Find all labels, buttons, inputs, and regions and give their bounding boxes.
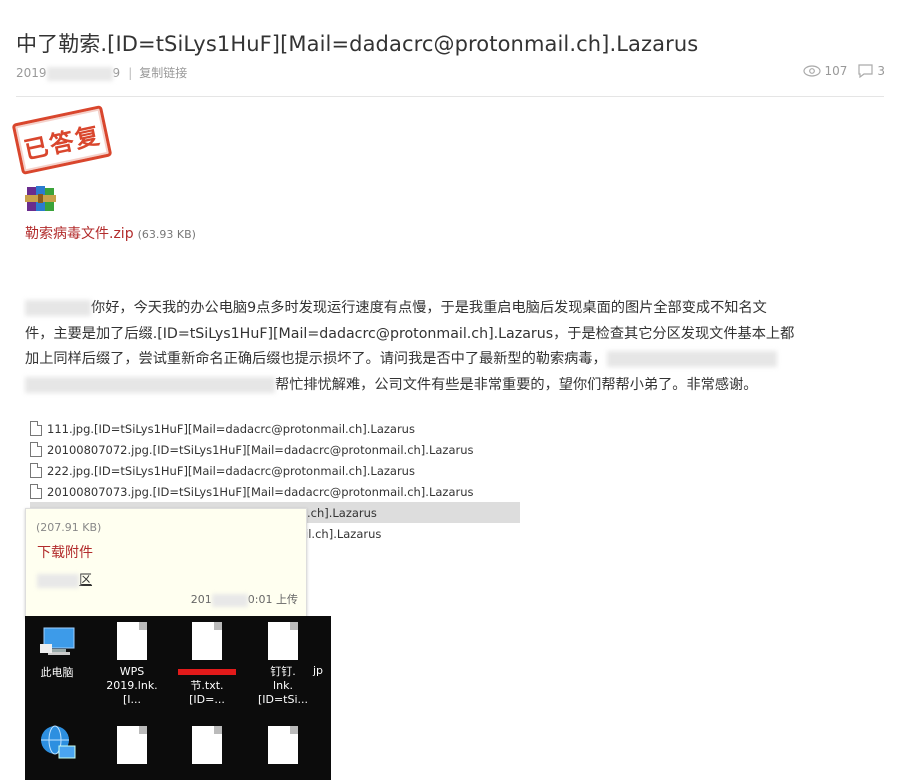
area-suffix[interactable]: 区 xyxy=(79,573,92,588)
file-name: 20100807073.jpg.[ID=tSiLys1HuF][Mail=dad… xyxy=(47,484,474,499)
post-meta: 2019 9 | 复制链接 xyxy=(16,64,187,81)
post-date-prefix: 2019 xyxy=(16,66,47,80)
desktop-icon-label: 2019.lnk.[I... xyxy=(106,679,158,706)
desktop-icon: jp xyxy=(313,664,331,678)
desktop-icon xyxy=(175,726,239,769)
document-icon xyxy=(268,726,298,764)
document-icon xyxy=(117,622,147,660)
desktop-icon xyxy=(251,726,315,769)
desktop-icon: 钉钉. lnk.[ID=tSi... xyxy=(251,622,315,707)
copy-link-button[interactable]: 复制链接 xyxy=(139,66,187,80)
attachment-name[interactable]: 勒索病毒文件.zip xyxy=(25,226,134,242)
meta-separator: | xyxy=(128,66,133,80)
upload-info: 201 0:01 上传 xyxy=(191,591,298,607)
redacted-area xyxy=(37,573,79,588)
replies-count: 3 xyxy=(877,64,885,78)
desktop-icon-label: 节.txt.[ID=... xyxy=(189,679,225,706)
file-icon xyxy=(30,484,42,499)
comment-icon xyxy=(858,64,873,78)
file-icon xyxy=(30,463,42,478)
desktop-icon-label: jp xyxy=(313,664,324,677)
desktop-icon xyxy=(100,726,164,769)
forum-area-link[interactable]: 区 xyxy=(37,569,92,588)
body-line-1: 你好，今天我的办公电脑9点多时发现运行速度有点慢，于是我重启电脑后发现桌面的图片… xyxy=(91,300,767,316)
body-line-3: 加上同样后缀了，尝试重新命名正确后缀也提示损坏了。请问我是否中了最新型的勒索病毒… xyxy=(25,351,607,367)
winrar-archive-icon xyxy=(25,186,56,211)
file-item: 20100807072.jpg.[ID=tSiLys1HuF][Mail=dad… xyxy=(30,439,520,460)
attachment-tooltip: (207.91 KB) 下载附件 区 201 0:01 上传 xyxy=(25,508,307,618)
replies-stat: 3 xyxy=(857,64,885,78)
desktop-icon: 此电脑 xyxy=(25,622,89,680)
redacted-upload-date xyxy=(211,593,248,607)
redacted-date xyxy=(46,66,113,81)
tooltip-size: (207.91 KB) xyxy=(36,521,102,534)
desktop-icon-label: WPS xyxy=(119,665,145,678)
desktop-icon: 节.txt.[ID=... xyxy=(175,622,239,707)
redacted-greeting xyxy=(25,300,91,316)
eye-icon xyxy=(803,65,822,77)
upload-prefix: 201 xyxy=(190,593,212,606)
desktop-icon-label: 钉钉. xyxy=(270,665,296,678)
download-attachment-link[interactable]: 下载附件 xyxy=(37,542,93,562)
attachment-link[interactable]: 勒索病毒文件.zip (63.93 KB) xyxy=(25,223,196,243)
file-item: 20100807073.jpg.[ID=tSiLys1HuF][Mail=dad… xyxy=(30,481,520,502)
redacted-text xyxy=(25,376,275,393)
document-icon xyxy=(192,622,222,660)
desktop-screenshot: 此电脑 WPS 2019.lnk.[I... 节.txt.[ID=... 钉钉.… xyxy=(25,616,331,780)
document-icon xyxy=(268,622,298,660)
file-name: 111.jpg.[ID=tSiLys1HuF][Mail=dadacrc@pro… xyxy=(47,421,415,436)
file-icon xyxy=(30,442,42,457)
file-name: ail.ch].Lazarus xyxy=(298,526,382,541)
post-stats: 107 3 xyxy=(803,64,885,78)
desktop-icon-label: lnk.[ID=tSi... xyxy=(257,679,309,706)
redacted-filename xyxy=(178,669,236,675)
views-stat: 107 xyxy=(803,64,847,78)
document-icon xyxy=(192,726,222,764)
desktop-icon-label: 此电脑 xyxy=(40,666,74,679)
file-icon xyxy=(30,421,42,436)
file-name: 20100807072.jpg.[ID=tSiLys1HuF][Mail=dad… xyxy=(47,442,474,457)
this-pc-icon xyxy=(40,627,75,655)
views-count: 107 xyxy=(824,64,848,78)
redacted-text xyxy=(606,351,777,367)
network-globe-icon xyxy=(41,725,76,759)
file-item: 111.jpg.[ID=tSiLys1HuF][Mail=dadacrc@pro… xyxy=(30,418,520,439)
document-icon xyxy=(117,726,147,764)
post-date-suffix: 9 xyxy=(112,66,121,80)
post-body: 你好，今天我的办公电脑9点多时发现运行速度有点慢，于是我重启电脑后发现桌面的图片… xyxy=(25,296,875,398)
desktop-icon xyxy=(25,720,89,764)
body-line-2: 件，主要是加了后缀.[ID=tSiLys1HuF][Mail=dadacrc@p… xyxy=(25,325,795,342)
header-divider xyxy=(16,96,884,97)
body-line-4: 帮忙排忧解难，公司文件有些是非常重要的，望你们帮帮小弟了。非常感谢。 xyxy=(275,376,758,393)
post-title: 中了勒索.[ID=tSiLys1HuF][Mail=dadacrc@proton… xyxy=(16,32,699,56)
upload-suffix: 0:01 上传 xyxy=(247,593,298,606)
file-item: 222.jpg.[ID=tSiLys1HuF][Mail=dadacrc@pro… xyxy=(30,460,520,481)
file-name: 222.jpg.[ID=tSiLys1HuF][Mail=dadacrc@pro… xyxy=(47,463,415,478)
attachment-size: (63.93 KB) xyxy=(137,228,196,241)
answered-stamp: 已答复 xyxy=(11,105,113,175)
desktop-icon: WPS 2019.lnk.[I... xyxy=(100,622,164,707)
